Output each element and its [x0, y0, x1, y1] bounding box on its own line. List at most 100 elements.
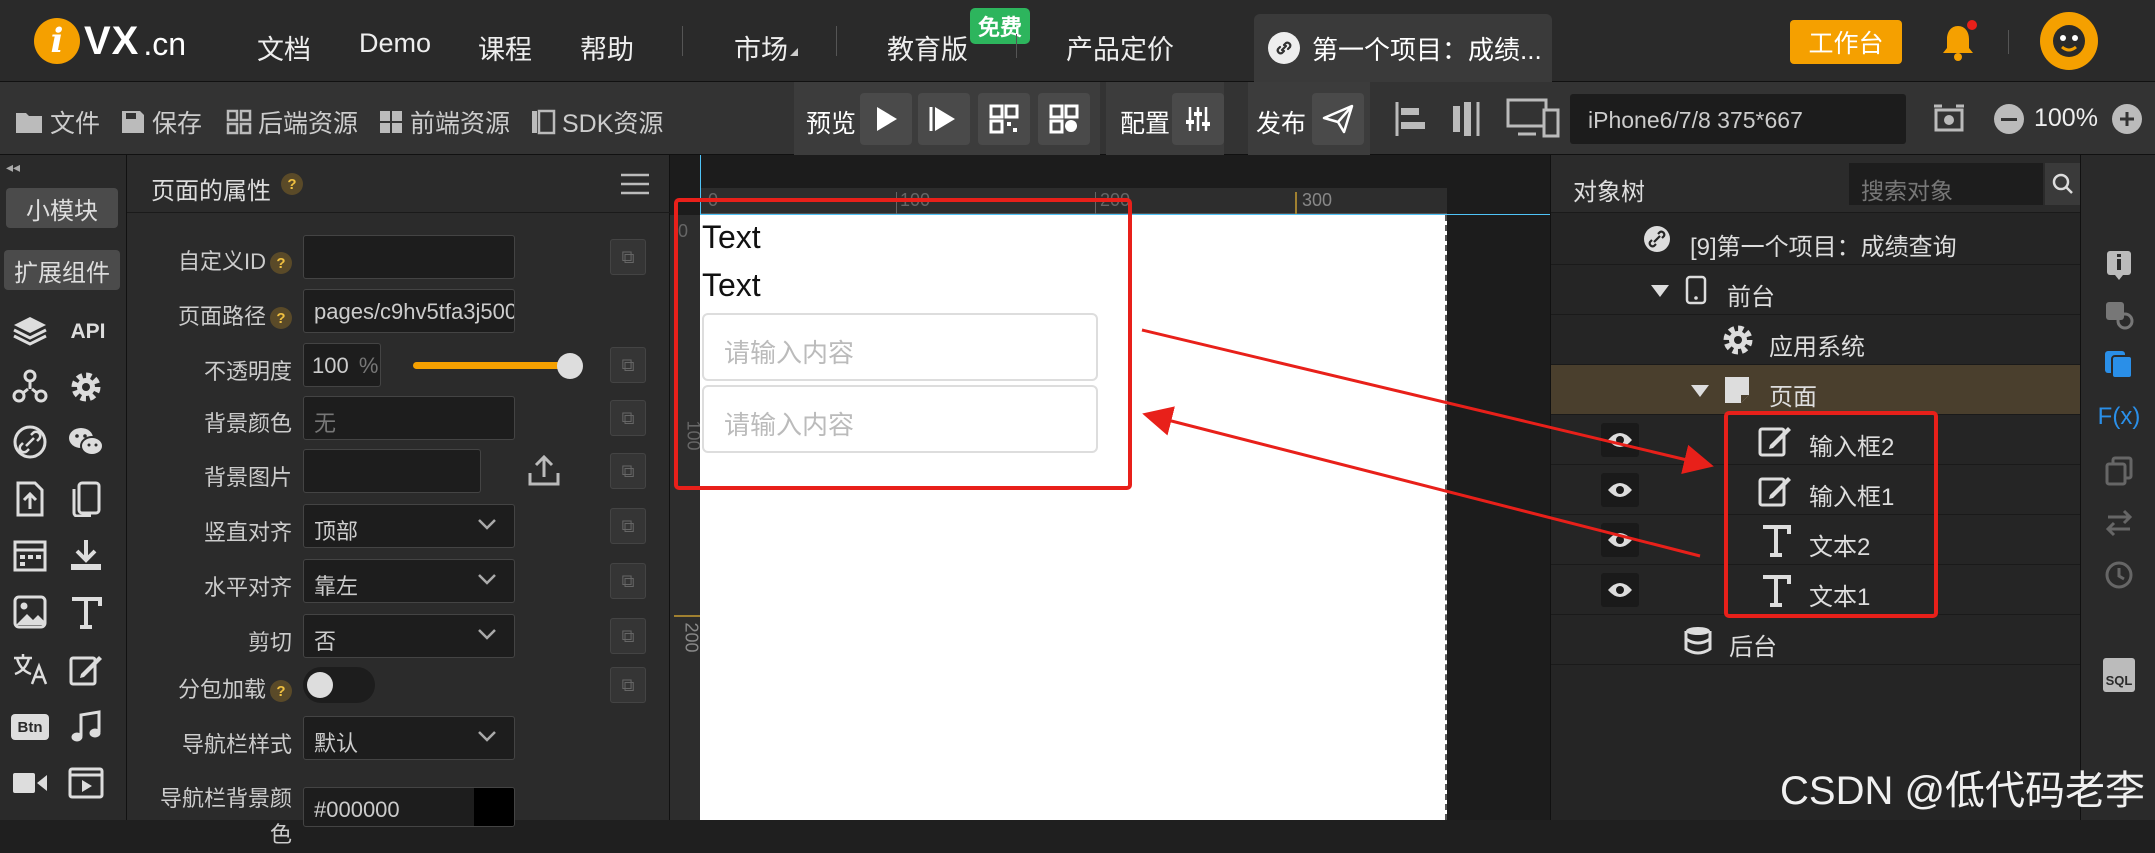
tree-node-text-2[interactable]: 文本2 [1551, 515, 2081, 565]
help-icon[interactable]: ? [270, 680, 292, 703]
opacity-slider[interactable] [413, 353, 583, 379]
avatar[interactable] [2040, 12, 2098, 70]
backend-resources[interactable]: 后端资源 [226, 104, 358, 140]
input-component-2[interactable]: 请输入内容 [702, 385, 1098, 453]
sql-icon[interactable]: SQL [2099, 655, 2139, 695]
miniapp-qrcode-button[interactable] [1038, 93, 1090, 145]
tree-node-project[interactable]: [9]第一个项目：成绩查询 [1551, 215, 2081, 265]
align-center-icon[interactable] [1448, 100, 1482, 143]
logo[interactable]: i VX .cn [34, 14, 186, 68]
image-icon[interactable] [8, 590, 52, 634]
box-icon[interactable] [8, 310, 52, 354]
menu-icon[interactable] [621, 173, 649, 200]
device-icon[interactable] [1506, 98, 1560, 145]
visibility-toggle[interactable] [1601, 423, 1639, 457]
wechat-icon[interactable] [64, 420, 108, 464]
tree-node-page[interactable]: 页面 [1551, 365, 2081, 415]
project-tab[interactable]: 第一个项目：成绩... [1254, 14, 1552, 82]
nav-demo[interactable]: Demo [359, 28, 431, 59]
tree-node-input-2[interactable]: 输入框2 [1551, 415, 2081, 465]
help-icon[interactable]: ? [281, 173, 303, 195]
visibility-toggle[interactable] [1601, 523, 1639, 557]
search-object-input[interactable]: 搜索对象 [1849, 163, 2043, 205]
save-button[interactable]: 保存 [120, 104, 202, 140]
opacity-slider-handle[interactable] [557, 353, 583, 379]
edit-icon[interactable] [64, 647, 108, 691]
clip-select[interactable]: 否 [303, 614, 515, 658]
input-component-1[interactable]: 请输入内容 [702, 313, 1098, 381]
file-menu[interactable]: 文件 [14, 104, 100, 140]
page-path-input[interactable]: pages/c9hv5tfa3j50000 [303, 289, 515, 333]
tree-node-backend[interactable]: 后台 [1551, 615, 2081, 665]
bind-icon[interactable]: ⧉ [610, 453, 646, 489]
video-player-icon[interactable] [64, 761, 108, 805]
bind-icon[interactable]: ⧉ [610, 667, 646, 703]
upload-file-icon[interactable] [8, 477, 52, 521]
workbench-button[interactable]: 工作台 [1790, 20, 1902, 64]
nav-help[interactable]: 帮助 [580, 28, 634, 67]
opacity-input[interactable]: 100 % [303, 343, 381, 387]
tree-node-frontend[interactable]: 前台 [1551, 265, 2081, 315]
subpackage-toggle[interactable] [303, 667, 375, 703]
visibility-toggle[interactable] [1601, 473, 1639, 507]
frontend-resources[interactable]: 前端资源 [378, 104, 510, 140]
help-icon[interactable]: ? [270, 252, 292, 275]
zoom-out-button[interactable] [1994, 104, 2024, 134]
tree-node-app-system[interactable]: 应用系统 [1551, 315, 2081, 365]
play-button[interactable] [860, 93, 912, 145]
color-swatch[interactable] [474, 788, 514, 826]
function-icon[interactable]: F(x) [2098, 397, 2141, 437]
search-button[interactable] [2045, 163, 2081, 205]
bg-color-input[interactable]: 无 [303, 396, 515, 440]
copy-icon[interactable] [2099, 451, 2139, 491]
network-icon[interactable] [8, 365, 52, 409]
nav-courses[interactable]: 课程 [478, 28, 532, 67]
bind-icon[interactable]: ⧉ [610, 400, 646, 436]
bind-icon[interactable]: ⧉ [610, 239, 646, 275]
sdk-resources[interactable]: SDK资源 [530, 104, 663, 140]
nav-style-select[interactable]: 默认 [303, 716, 515, 760]
gear-icon[interactable] [64, 365, 108, 409]
info-icon[interactable] [2099, 245, 2139, 285]
nav-market[interactable]: 市场 [734, 28, 788, 67]
download-icon[interactable] [64, 533, 108, 577]
link-icon[interactable] [8, 420, 52, 464]
api-icon[interactable]: API [66, 310, 110, 354]
mobile-copy-icon[interactable] [64, 477, 108, 521]
visibility-toggle[interactable] [1601, 573, 1639, 607]
bind-icon[interactable]: ⧉ [610, 563, 646, 599]
upload-icon[interactable] [527, 453, 561, 492]
nav-education[interactable]: 教育版 [887, 28, 968, 67]
tree-node-input-1[interactable]: 输入框1 [1551, 465, 2081, 515]
horizontal-align-select[interactable]: 靠左 [303, 559, 515, 603]
events-icon[interactable] [2099, 345, 2139, 385]
collapse-sidebar-icon[interactable]: ◂◂ [6, 159, 20, 176]
settings-bubble-icon[interactable] [2099, 295, 2139, 335]
help-icon[interactable]: ? [270, 307, 292, 330]
config-button[interactable] [1172, 93, 1224, 145]
nav-pricing[interactable]: 产品定价 [1066, 28, 1174, 67]
phone-page-preview[interactable]: Text Text 请输入内容 请输入内容 [700, 215, 1447, 820]
swap-icon[interactable] [2099, 503, 2139, 543]
bind-icon[interactable]: ⧉ [610, 347, 646, 383]
translate-icon[interactable] [8, 647, 52, 691]
vertical-align-select[interactable]: 顶部 [303, 504, 515, 548]
qrcode-button[interactable] [978, 93, 1030, 145]
small-module-tab[interactable]: 小模块 [6, 188, 118, 228]
bind-icon[interactable]: ⧉ [610, 618, 646, 654]
device-select[interactable]: iPhone6/7/8 375*667 [1570, 94, 1906, 144]
align-left-icon[interactable] [1394, 100, 1428, 143]
bind-icon[interactable]: ⧉ [610, 508, 646, 544]
bell-icon[interactable] [1938, 20, 1978, 64]
extend-components-tab[interactable]: 扩展组件 [4, 250, 120, 290]
nav-docs[interactable]: 文档 [257, 28, 311, 67]
history-icon[interactable] [2099, 555, 2139, 595]
button-component-icon[interactable]: Btn [8, 705, 52, 749]
tree-node-text-1[interactable]: 文本1 [1551, 565, 2081, 615]
zoom-in-button[interactable] [2112, 104, 2142, 134]
calendar-icon[interactable] [8, 533, 52, 577]
text-icon[interactable] [64, 590, 108, 634]
bg-image-input[interactable] [303, 449, 481, 493]
text-component-1[interactable]: Text [702, 219, 761, 256]
music-icon[interactable] [64, 705, 108, 749]
